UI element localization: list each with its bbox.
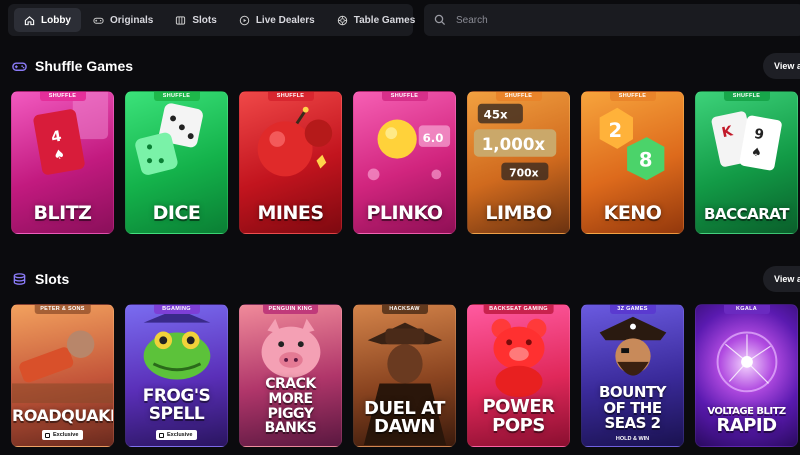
slots-icon (176, 15, 186, 25)
provider-tag: 3Z GAMES (609, 305, 656, 314)
game-tag: SHUFFLE (495, 92, 542, 101)
gamepad-icon (93, 17, 104, 24)
game-card-blitz[interactable]: SHUFFLE 4 ♠ BLITZ (11, 91, 114, 234)
game-card-keno[interactable]: SHUFFLE 2 8 KENO (581, 91, 684, 234)
provider-tag: BGAMING (153, 305, 200, 314)
game-title: FROG'S SPELL (142, 386, 211, 425)
coins-stack-icon (13, 272, 26, 285)
game-title: BOUNTY OF THE SEAS 2 (598, 382, 667, 433)
game-title: DUEL AT DAWN (364, 398, 445, 437)
game-title: VOLTAGE BLITZ RAPID (696, 406, 797, 437)
section-header-shuffle: Shuffle Games (12, 58, 133, 74)
game-title: KENO (603, 202, 662, 224)
game-title: MINES (257, 202, 324, 224)
game-title: POWER POPS (482, 396, 555, 437)
game-card-plinko[interactable]: SHUFFLE 6.0 PLINKO (353, 91, 456, 234)
game-subtitle: HOLD & WIN (615, 436, 650, 442)
game-tag: SHUFFLE (267, 92, 314, 101)
nav-lobby[interactable]: Lobby (14, 8, 81, 32)
game-tag: SHUFFLE (723, 92, 770, 101)
provider-tag: PENGUIN KING (262, 305, 319, 314)
view-all-shuffle-button[interactable]: View all (763, 53, 800, 79)
slot-card-power-pops[interactable]: BACKSEAT GAMING POWER POPS (467, 304, 570, 447)
game-title: CRACK MORE PIGGY BANKS (264, 376, 317, 437)
frog-art (143, 308, 211, 380)
nav-slots-label: Slots (192, 14, 217, 26)
provider-tag: HACKSAW (381, 305, 428, 314)
provider-tag: PETER & SONS (34, 305, 91, 314)
svg-text:45x: 45x (484, 107, 508, 121)
game-card-dice[interactable]: SHUFFLE DICE (125, 91, 228, 234)
section-title-shuffle: Shuffle Games (35, 58, 134, 74)
nav-lobby-label: Lobby (41, 14, 71, 26)
section-header-slots: Slots (12, 271, 69, 287)
game-title: ROADQUAKE (12, 406, 114, 425)
svg-text:2: 2 (608, 119, 622, 142)
game-tag: SHUFFLE (39, 92, 86, 101)
game-title: DICE (152, 202, 201, 224)
svg-text:1,000x: 1,000x (482, 135, 546, 154)
search-icon (434, 14, 446, 26)
game-card-limbo[interactable]: SHUFFLE 45x 1,000x 700x LIMBO (467, 91, 570, 234)
play-circle-icon (239, 15, 250, 25)
section-title-slots: Slots (35, 271, 70, 287)
exclusive-icon (159, 432, 164, 438)
nav-live-dealers[interactable]: Live Dealers (229, 8, 325, 32)
svg-text:8: 8 (639, 149, 653, 172)
game-card-baccarat[interactable]: SHUFFLE K 9 ♠ BACCARAT (695, 91, 798, 234)
game-card-mines[interactable]: SHUFFLE MINES (239, 91, 342, 234)
nav-slots[interactable]: Slots (165, 8, 226, 32)
nav-live-dealers-label: Live Dealers (255, 14, 315, 26)
home-icon (24, 15, 35, 25)
game-title-bottom: RAPID (716, 415, 777, 437)
game-title: BLITZ (33, 202, 92, 224)
view-all-slots-button[interactable]: View all (763, 266, 800, 292)
shuffle-games-row: SHUFFLE 4 ♠ BLITZ SHUFFLE DICE SHUFFLE M… (11, 91, 798, 234)
slots-row: PETER & SONS ROADQUAKE Exclusive BGAMING… (11, 304, 798, 447)
exclusive-icon (45, 432, 50, 438)
search-input[interactable] (456, 14, 756, 26)
game-title: PLINKO (366, 202, 443, 224)
exclusive-badge: Exclusive (156, 430, 198, 440)
game-tag: SHUFFLE (381, 92, 428, 101)
search-bar (424, 4, 800, 36)
slot-card-bounty-of-the-seas[interactable]: 3Z GAMES BOUNTY OF THE SEAS 2 HOLD & WIN (581, 304, 684, 447)
top-nav: Lobby Originals Slots Live Dealers Table… (8, 4, 415, 36)
slot-card-voltage-blitz[interactable]: KGALA VOLTAGE BLITZ RAPID (695, 304, 798, 447)
slot-card-roadquake[interactable]: PETER & SONS ROADQUAKE Exclusive (11, 304, 114, 447)
nav-originals-label: Originals (110, 14, 154, 26)
slot-card-frogs-spell[interactable]: BGAMING FROG'S SPELL Exclusive (125, 304, 228, 447)
slot-card-piggy-banks[interactable]: PENGUIN KING CRACK MORE PIGGY BANKS (239, 304, 342, 447)
chip-icon (337, 15, 347, 25)
provider-tag: BACKSEAT GAMING (483, 305, 554, 314)
exclusive-badge: Exclusive (42, 430, 84, 440)
nav-originals[interactable]: Originals (83, 8, 163, 32)
nav-table-games-label: Table Games (353, 14, 416, 26)
gamepad-icon (12, 62, 27, 71)
slot-card-duel-at-dawn[interactable]: HACKSAW DUEL AT DAWN (353, 304, 456, 447)
game-tag: SHUFFLE (609, 92, 656, 101)
svg-text:6.0: 6.0 (423, 131, 444, 145)
nav-table-games[interactable]: Table Games (327, 8, 426, 32)
game-title: LIMBO (485, 202, 552, 224)
game-tag: SHUFFLE (153, 92, 200, 101)
svg-text:700x: 700x (509, 166, 538, 179)
provider-tag: KGALA (723, 305, 770, 314)
game-title: BACCARAT (704, 205, 789, 224)
